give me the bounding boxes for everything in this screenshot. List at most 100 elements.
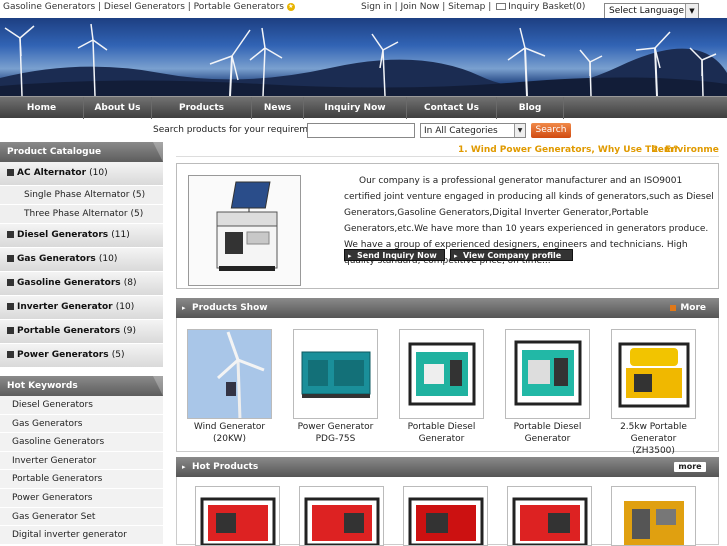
keyword-link[interactable]: Inverter Generator: [0, 451, 163, 471]
category-name[interactable]: Inverter Generator: [17, 302, 113, 312]
gas-generator-set-image: [624, 501, 684, 545]
keyword-link[interactable]: Portable Generators: [0, 470, 163, 489]
keyword-link[interactable]: Diesel Generators: [0, 396, 163, 415]
product-thumbnail[interactable]: [293, 329, 378, 419]
category-select-label: In All Categories: [424, 126, 498, 136]
keyword-link[interactable]: Gas Generators: [0, 414, 163, 434]
sidebar-category[interactable]: Gasoline Generators (8): [0, 272, 163, 296]
nav-inquiry-now[interactable]: Inquiry Now: [304, 97, 407, 119]
search-button[interactable]: Search: [531, 123, 571, 138]
arrow-right-icon: ▸: [182, 463, 186, 471]
nav-news[interactable]: News: [252, 97, 304, 119]
ticker-item[interactable]: 1. Wind Power Generators, Why Use Them?: [458, 145, 678, 155]
product-caption[interactable]: Power Generator PDG-75S: [293, 421, 378, 445]
product-thumbnail[interactable]: [611, 329, 696, 419]
hot-product-thumbnail[interactable]: [299, 486, 384, 546]
sidebar-category[interactable]: AC Alternator (10): [0, 162, 163, 186]
expand-icon: [7, 351, 14, 358]
hot-product-thumbnail[interactable]: [507, 486, 592, 546]
product-caption[interactable]: Wind Generator (20KW): [187, 421, 272, 445]
nav-contact-us[interactable]: Contact Us: [407, 97, 497, 119]
hot-product-thumbnail[interactable]: [403, 486, 488, 546]
diesel-generator-image: [301, 351, 371, 398]
keyword-link[interactable]: Digital inverter generator: [0, 526, 163, 545]
chevron-down-icon: ▼: [685, 4, 698, 18]
subcategory-name[interactable]: Three Phase Alternator: [24, 209, 128, 219]
category-count: (10): [115, 302, 135, 312]
section-title: Hot Products: [192, 462, 259, 472]
wind-turbine-banner-graphic: [0, 23, 727, 96]
hot-product-thumbnail[interactable]: [195, 486, 280, 546]
keyword-link[interactable]: Gasoline Generators: [0, 433, 163, 452]
banner-image: [0, 18, 727, 96]
nav-home[interactable]: Home: [0, 97, 84, 119]
red-generator-image: [512, 497, 588, 545]
top-account-links: Sign in | Join Now | Sitemap | Inquiry B…: [361, 2, 586, 12]
hot-product-thumbnail[interactable]: [611, 486, 696, 546]
category-name[interactable]: Diesel Generators: [17, 230, 108, 240]
product-thumbnail[interactable]: [399, 329, 484, 419]
sidebar-category[interactable]: Power Generators (5): [0, 344, 163, 368]
category-name[interactable]: Gas Generators: [17, 254, 96, 264]
sign-in-link[interactable]: Sign in: [361, 2, 392, 12]
category-count: (9): [123, 326, 137, 336]
product-card[interactable]: 2.5kw Portable Generator (ZH3500): [611, 329, 696, 457]
keyword-link[interactable]: Gas Generator Set: [0, 507, 163, 527]
top-category-text[interactable]: Gasoline Generators | Diesel Generators …: [3, 2, 284, 12]
product-card[interactable]: Portable Diesel Generator: [505, 329, 590, 445]
product-card[interactable]: Wind Generator (20KW): [187, 329, 272, 445]
product-thumbnail[interactable]: [505, 329, 590, 419]
keyword-link[interactable]: Power Generators: [0, 488, 163, 508]
more-icon: [670, 304, 677, 311]
product-card[interactable]: Power Generator PDG-75S: [293, 329, 378, 445]
more-button[interactable]: more: [674, 462, 706, 472]
nav-products[interactable]: Products: [152, 97, 252, 119]
sidebar-category[interactable]: Diesel Generators (11): [0, 224, 163, 248]
red-generator-image: [408, 497, 484, 545]
product-caption[interactable]: 2.5kw Portable Generator (ZH3500): [611, 421, 696, 457]
product-card[interactable]: Portable Diesel Generator: [399, 329, 484, 445]
product-caption[interactable]: Portable Diesel Generator: [399, 421, 484, 445]
expand-icon: [7, 327, 14, 334]
sidebar-category[interactable]: Portable Generators (9): [0, 320, 163, 344]
category-count: (11): [111, 230, 130, 240]
send-inquiry-button[interactable]: Send Inquiry Now: [344, 249, 445, 262]
sidebar-category[interactable]: Inverter Generator (10): [0, 296, 163, 320]
language-select[interactable]: Select Language ▼: [604, 3, 699, 19]
search-input[interactable]: [307, 123, 415, 138]
intro-product-image: [188, 175, 301, 286]
ticker-item[interactable]: 2. Environment: [652, 145, 719, 155]
red-generator-image: [304, 497, 380, 545]
category-name[interactable]: Power Generators: [17, 350, 109, 360]
category-name[interactable]: Portable Generators: [17, 326, 120, 336]
category-name[interactable]: Gasoline Generators: [17, 278, 121, 288]
category-name[interactable]: AC Alternator: [17, 168, 86, 178]
view-company-profile-button[interactable]: View Company profile: [450, 249, 573, 262]
top-category-links[interactable]: Gasoline Generators | Diesel Generators …: [3, 2, 295, 12]
generator-illustration: [216, 181, 278, 271]
portable-diesel-generator-image: [408, 342, 476, 406]
product-caption[interactable]: Portable Diesel Generator: [505, 421, 590, 445]
expand-icon: [7, 279, 14, 286]
language-select-label: Select Language: [609, 6, 685, 16]
chevron-down-icon: ▼: [514, 124, 525, 137]
category-select[interactable]: In All Categories ▼: [420, 123, 526, 138]
sitemap-link[interactable]: Sitemap: [448, 2, 485, 12]
more-link[interactable]: More: [670, 298, 706, 318]
subcategory-name[interactable]: Single Phase Alternator: [24, 190, 129, 200]
join-now-link[interactable]: Join Now: [400, 2, 439, 12]
nav-about-us[interactable]: About Us: [84, 97, 152, 119]
expand-icon: [7, 303, 14, 310]
company-intro: Our company is a professional generator …: [176, 163, 719, 289]
search-bar: Search products for your requirement: In…: [0, 121, 727, 139]
hot-keywords-heading: Hot Keywords: [0, 376, 163, 396]
expand-icon: [7, 231, 14, 238]
inquiry-basket-link[interactable]: Inquiry Basket(0): [508, 2, 585, 12]
expand-icon: [7, 255, 14, 262]
product-thumbnail[interactable]: [187, 329, 272, 419]
nav-blog[interactable]: Blog: [497, 97, 564, 119]
sidebar-subcategory[interactable]: Three Phase Alternator (5): [0, 205, 163, 224]
more-label[interactable]: More: [680, 303, 706, 313]
sidebar-category[interactable]: Gas Generators (10): [0, 248, 163, 272]
sidebar-subcategory[interactable]: Single Phase Alternator (5): [0, 186, 163, 205]
